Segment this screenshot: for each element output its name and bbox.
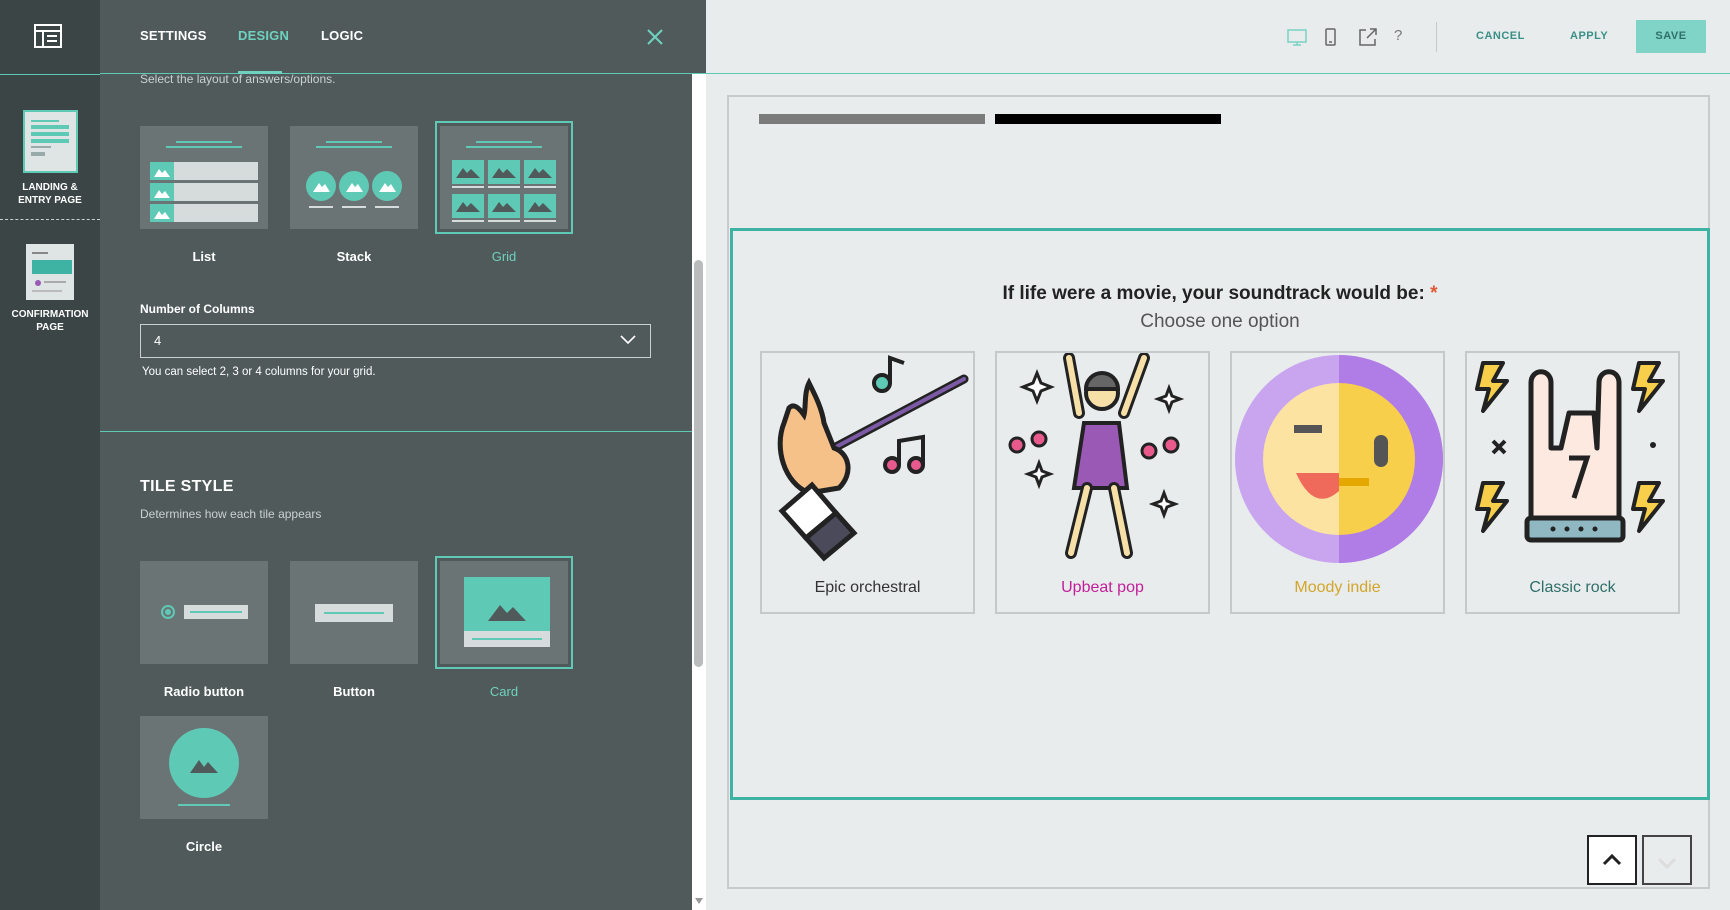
layout-option-grid[interactable]: Grid bbox=[435, 121, 573, 264]
rock-hand-icon bbox=[1475, 361, 1665, 543]
answer-card-upbeat-pop[interactable]: Upbeat pop bbox=[995, 351, 1210, 614]
tab-design[interactable]: DESIGN bbox=[238, 28, 289, 43]
two-faced-mood-icon bbox=[1235, 355, 1443, 563]
tile-option-label: Card bbox=[489, 684, 519, 699]
required-asterisk: * bbox=[1430, 283, 1438, 304]
open-external-icon[interactable] bbox=[1357, 26, 1379, 48]
save-button[interactable]: SAVE bbox=[1636, 20, 1706, 53]
list-layout-preview bbox=[140, 126, 268, 229]
page-label-line2: ENTRY PAGE bbox=[18, 195, 82, 206]
tile-option-label: Circle bbox=[185, 839, 223, 854]
toolbar-divider bbox=[1436, 22, 1437, 52]
page-label-line1: LANDING & bbox=[22, 182, 78, 193]
layout-option-label: List bbox=[192, 249, 216, 264]
answer-label: Upbeat pop bbox=[1061, 579, 1144, 596]
tile-option-label: Radio button bbox=[163, 684, 245, 699]
page-label-line1: CONFIRMATION bbox=[11, 309, 89, 320]
question-block[interactable]: If life were a movie, your soundtrack wo… bbox=[730, 228, 1710, 800]
form-preview: If life were a movie, your soundtrack wo… bbox=[727, 95, 1710, 889]
card-tile-preview bbox=[435, 556, 573, 669]
design-panel: Select the layout of answers/options. Li… bbox=[100, 0, 706, 910]
mobile-view-icon[interactable] bbox=[1319, 26, 1341, 48]
button-tile-preview bbox=[290, 561, 418, 664]
next-question-button[interactable] bbox=[1642, 835, 1692, 885]
confirmation-page-thumbnail bbox=[26, 244, 74, 300]
active-tab-indicator bbox=[238, 71, 282, 74]
tile-option-button[interactable]: Button bbox=[288, 561, 420, 699]
layout-option-label: Stack bbox=[336, 249, 372, 264]
page-item-landing[interactable]: LANDING & ENTRY PAGE bbox=[0, 110, 100, 207]
tile-option-circle[interactable]: Circle bbox=[138, 716, 270, 854]
tile-style-title: TILE STYLE bbox=[140, 478, 234, 495]
rail-dashed-divider bbox=[0, 219, 100, 220]
section-divider bbox=[100, 431, 706, 432]
panel-header: SETTINGS DESIGN LOGIC bbox=[100, 0, 706, 74]
question-title: If life were a movie, your soundtrack wo… bbox=[733, 283, 1707, 305]
chevron-down-icon bbox=[620, 335, 636, 345]
circle-tile-preview bbox=[140, 716, 268, 819]
answer-label: Epic orchestral bbox=[814, 579, 921, 596]
conductor-hand-icon bbox=[777, 355, 969, 562]
answer-label: Classic rock bbox=[1529, 579, 1616, 596]
layout-option-list[interactable]: List bbox=[138, 126, 270, 264]
panel-scrollbar-thumb[interactable] bbox=[694, 260, 703, 667]
chevron-down-icon bbox=[1657, 857, 1677, 870]
radio-tile-preview bbox=[140, 561, 268, 664]
columns-select[interactable]: 4 bbox=[140, 324, 651, 358]
progress-segment-2 bbox=[995, 114, 1221, 124]
help-icon[interactable]: ? bbox=[1394, 27, 1402, 44]
columns-label: Number of Columns bbox=[140, 302, 255, 316]
chevron-up-icon bbox=[1602, 853, 1622, 866]
scroll-down-arrow-icon[interactable] bbox=[693, 896, 705, 906]
tile-option-card[interactable]: Card bbox=[435, 556, 573, 699]
layout-option-label: Grid bbox=[491, 249, 517, 264]
answer-label: Moody indie bbox=[1294, 579, 1381, 596]
stack-layout-preview bbox=[290, 126, 418, 229]
page-label-line2: PAGE bbox=[36, 322, 64, 333]
answer-card-classic-rock[interactable]: Classic rock bbox=[1465, 351, 1680, 614]
tab-settings[interactable]: SETTINGS bbox=[140, 28, 207, 43]
cancel-button[interactable]: CANCEL bbox=[1476, 30, 1525, 42]
answer-card-moody-indie[interactable]: Moody indie bbox=[1230, 351, 1445, 614]
tile-option-radio-button[interactable]: Radio button bbox=[138, 561, 270, 699]
layout-hint: Select the layout of answers/options. bbox=[140, 72, 336, 86]
question-subtitle: Choose one option bbox=[1140, 311, 1300, 332]
columns-help-text: You can select 2, 3 or 4 columns for you… bbox=[142, 366, 376, 378]
page-item-confirmation[interactable]: CONFIRMATION PAGE bbox=[0, 244, 100, 334]
tab-logic[interactable]: LOGIC bbox=[321, 28, 363, 43]
desktop-view-icon[interactable] bbox=[1286, 26, 1308, 48]
close-icon[interactable] bbox=[644, 26, 666, 48]
page-rail: LANDING & ENTRY PAGE CONFIRMATION PAGE bbox=[0, 0, 100, 910]
preview-toolbar: ? CANCEL APPLY SAVE bbox=[706, 0, 1730, 74]
form-builder-logo-icon[interactable] bbox=[34, 24, 62, 48]
apply-button[interactable]: APPLY bbox=[1570, 30, 1608, 42]
previous-question-button[interactable] bbox=[1587, 835, 1637, 885]
tile-style-description: Determines how each tile appears bbox=[140, 507, 322, 521]
grid-layout-preview bbox=[435, 121, 573, 234]
question-text: If life were a movie, your soundtrack wo… bbox=[1002, 283, 1425, 304]
dancing-person-icon bbox=[1008, 353, 1185, 559]
columns-select-value: 4 bbox=[154, 333, 162, 348]
answer-card-epic-orchestral[interactable]: Epic orchestral bbox=[760, 351, 975, 614]
progress-segment-1 bbox=[759, 114, 985, 124]
landing-page-thumbnail bbox=[22, 110, 78, 173]
tile-option-label: Button bbox=[333, 684, 375, 699]
layout-option-stack[interactable]: Stack bbox=[288, 126, 420, 264]
rail-divider bbox=[0, 74, 100, 75]
